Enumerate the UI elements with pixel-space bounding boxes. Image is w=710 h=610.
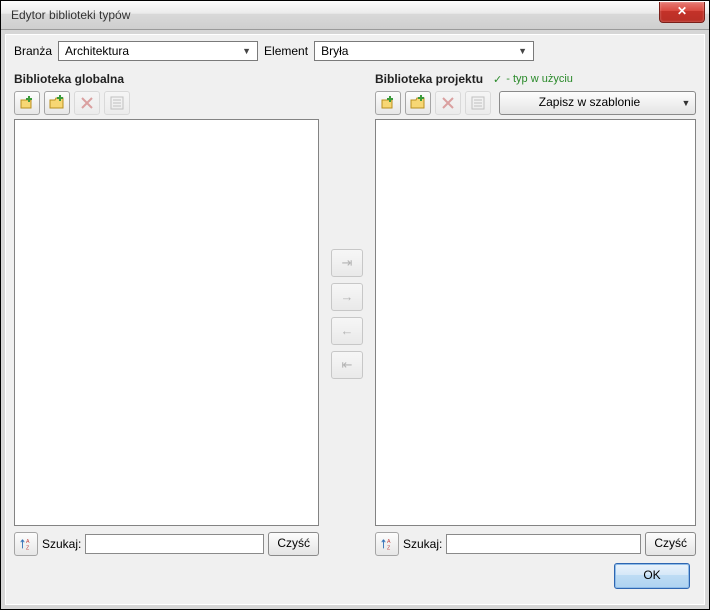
- toolbar-project: Zapisz w szablonie ▼: [375, 91, 696, 115]
- new-type-icon: [19, 95, 35, 111]
- search-row-global: AZ Szukaj: Czyść: [14, 532, 319, 556]
- move-left-button[interactable]: ←: [331, 317, 363, 345]
- arrow-right-icon: →: [341, 289, 354, 304]
- move-right-button[interactable]: →: [331, 283, 363, 311]
- sort-icon: AZ: [380, 537, 394, 551]
- properties-button[interactable]: [104, 91, 130, 115]
- close-button[interactable]: ✕: [659, 2, 705, 23]
- window-title: Edytor biblioteki typów: [11, 8, 659, 22]
- move-right-all-button[interactable]: ⇥: [331, 249, 363, 277]
- list-global[interactable]: [14, 119, 319, 526]
- new-type-button[interactable]: [375, 91, 401, 115]
- titlebar: Edytor biblioteki typów ✕: [1, 1, 709, 30]
- search-label: Szukaj:: [42, 537, 81, 551]
- sort-button[interactable]: AZ: [14, 532, 38, 556]
- properties-icon: [470, 95, 486, 111]
- list-project[interactable]: [375, 119, 696, 526]
- save-template-button[interactable]: Zapisz w szablonie: [499, 91, 680, 115]
- panel-project: Biblioteka projektu ✓ - typ w użyciu: [375, 71, 696, 556]
- sort-button[interactable]: AZ: [375, 532, 399, 556]
- transfer-column: ⇥ → ← ⇤: [319, 71, 375, 556]
- footer: OK: [14, 556, 696, 596]
- folder-plus-icon: [410, 95, 426, 111]
- window: Edytor biblioteki typów ✕ Branża Archite…: [0, 0, 710, 610]
- move-left-all-button[interactable]: ⇤: [331, 351, 363, 379]
- branza-value: Architektura: [65, 44, 129, 58]
- new-type-icon: [380, 95, 396, 111]
- panel-global-title: Biblioteka globalna: [14, 72, 124, 86]
- panels: Biblioteka globalna: [14, 71, 696, 556]
- svg-text:Z: Z: [26, 545, 30, 551]
- chevron-down-icon: ▼: [682, 98, 691, 108]
- delete-button[interactable]: [435, 91, 461, 115]
- chevron-down-icon: ▼: [238, 46, 255, 56]
- clear-button[interactable]: Czyść: [645, 532, 696, 556]
- panel-project-header: Biblioteka projektu ✓ - typ w użyciu: [375, 71, 696, 87]
- close-icon: ✕: [677, 4, 687, 18]
- double-arrow-right-icon: ⇥: [342, 255, 353, 271]
- combo-row: Branża Architektura ▼ Element Bryła ▼: [14, 41, 696, 61]
- double-arrow-left-icon: ⇤: [342, 357, 353, 373]
- new-folder-button[interactable]: [44, 91, 70, 115]
- sort-icon: AZ: [19, 537, 33, 551]
- save-template-wrap: Zapisz w szablonie ▼: [495, 91, 696, 115]
- new-type-button[interactable]: [14, 91, 40, 115]
- properties-button[interactable]: [465, 91, 491, 115]
- check-icon: ✓: [493, 73, 502, 86]
- svg-text:Z: Z: [387, 545, 391, 551]
- panel-project-title: Biblioteka projektu: [375, 72, 483, 86]
- branza-select[interactable]: Architektura ▼: [58, 41, 258, 61]
- search-input[interactable]: [85, 534, 264, 554]
- panel-global-header: Biblioteka globalna: [14, 71, 319, 87]
- arrow-left-icon: ←: [341, 323, 354, 338]
- properties-icon: [109, 95, 125, 111]
- svg-text:A: A: [26, 539, 30, 545]
- search-input[interactable]: [446, 534, 641, 554]
- save-template-dropdown[interactable]: ▼: [677, 91, 696, 115]
- in-use-legend: ✓ - typ w użyciu: [493, 73, 573, 86]
- delete-button[interactable]: [74, 91, 100, 115]
- chevron-down-icon: ▼: [514, 46, 531, 56]
- ok-button[interactable]: OK: [614, 563, 690, 589]
- branza-label: Branża: [14, 44, 52, 58]
- delete-icon: [79, 95, 95, 111]
- element-label: Element: [264, 44, 308, 58]
- search-row-project: AZ Szukaj: Czyść: [375, 532, 696, 556]
- new-folder-button[interactable]: [405, 91, 431, 115]
- svg-text:A: A: [387, 539, 391, 545]
- folder-plus-icon: [49, 95, 65, 111]
- toolbar-global: [14, 91, 319, 115]
- element-value: Bryła: [321, 44, 348, 58]
- element-select[interactable]: Bryła ▼: [314, 41, 534, 61]
- in-use-text: - typ w użyciu: [506, 73, 573, 85]
- clear-button[interactable]: Czyść: [268, 532, 319, 556]
- panel-global: Biblioteka globalna: [14, 71, 319, 556]
- search-label: Szukaj:: [403, 537, 442, 551]
- workarea: Branża Architektura ▼ Element Bryła ▼ Bi…: [5, 34, 705, 605]
- delete-icon: [440, 95, 456, 111]
